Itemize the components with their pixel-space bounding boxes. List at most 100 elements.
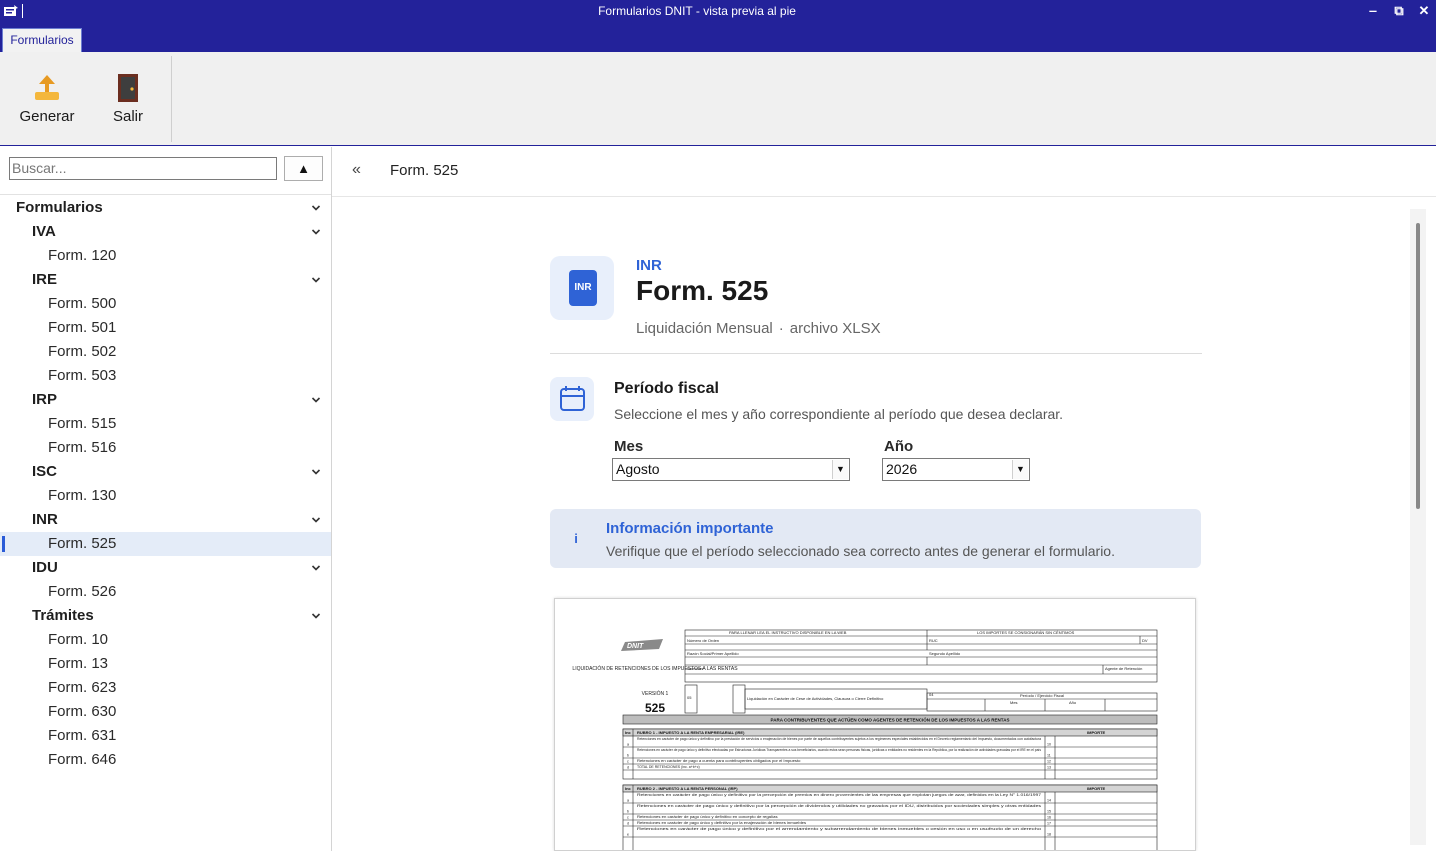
tree-item-form[interactable]: Form. 623: [0, 676, 331, 700]
preview-periodo: Período / Ejercicio Fiscal: [1020, 693, 1064, 698]
form-subtitle: Liquidación Mensual · archivo XLSX: [636, 320, 881, 337]
tree-item-label: Form. 630: [48, 703, 117, 720]
tree-group[interactable]: ISC: [0, 460, 331, 484]
preview-row-text: Retenciones en carácter de pago único y …: [637, 815, 778, 819]
breadcrumb: « Form. 525: [332, 147, 1436, 197]
info-text: Verifique que el período seleccionado se…: [606, 543, 1115, 559]
collapse-up-button[interactable]: ▲: [284, 156, 323, 181]
salir-button[interactable]: Salir: [106, 72, 150, 125]
tree-group[interactable]: IDU: [0, 556, 331, 580]
rubro-2-title: RUBRO 2 - IMPUESTO A LA RENTA PERSONAL (…: [637, 786, 738, 791]
preview-anio: Año: [1069, 700, 1077, 705]
form-badge-icon: INR: [550, 256, 614, 320]
tree-item-label: Form. 526: [48, 583, 117, 600]
tree-item-form[interactable]: Form. 516: [0, 436, 331, 460]
preview-field-segundo: Segundo Apellido: [929, 651, 961, 656]
info-title: Información importante: [606, 520, 774, 537]
rubro-2-inc: Inc: [625, 786, 632, 791]
tree-group[interactable]: IRP: [0, 388, 331, 412]
mes-label: Mes: [614, 438, 644, 455]
preview-row-inc: c: [627, 760, 629, 764]
search-input[interactable]: Buscar...: [9, 157, 277, 180]
tree-item-form[interactable]: Form. 500: [0, 292, 331, 316]
back-button[interactable]: «: [352, 161, 361, 179]
tree-item-label: Form. 502: [48, 343, 117, 360]
tree-group[interactable]: IVA: [0, 220, 331, 244]
mes-value: Agosto: [616, 461, 660, 477]
ribbon-divider: [171, 56, 172, 142]
scrollbar-thumb[interactable]: [1416, 223, 1420, 509]
main-panel: « Form. 525 INR INR Form. 525 Liquidació…: [332, 147, 1436, 851]
tree-item-label: Form. 516: [48, 439, 117, 456]
preview-row-inc: a: [627, 743, 629, 747]
tree-item-form[interactable]: Form. 120: [0, 244, 331, 268]
tree-item-form[interactable]: Form. 646: [0, 748, 331, 772]
minimize-button[interactable]: ‒: [1362, 2, 1384, 20]
preview-row-inc: d: [627, 822, 629, 826]
vertical-scrollbar[interactable]: [1410, 209, 1426, 845]
preview-row-text: Retenciones en carácter de pago único y …: [637, 827, 1041, 831]
rubro-1-inc: Inc: [625, 730, 632, 735]
ribbon: Generar Salir: [0, 52, 1436, 146]
generar-button[interactable]: Generar: [18, 72, 76, 125]
preview-row-code: 15: [1047, 810, 1051, 814]
preview-rubro-2: Inc RUBRO 2 - IMPUESTO A LA RENTA PERSON…: [622, 784, 1158, 850]
preview-code-04: 04: [929, 692, 934, 697]
anio-select[interactable]: 2026 ▼: [882, 458, 1030, 481]
tree-item-label: Form. 120: [48, 247, 117, 264]
tree-item-label: INR: [32, 511, 58, 528]
tree-item-form[interactable]: Form. 130: [0, 484, 331, 508]
rubro-1-title: RUBRO 1 - IMPUESTO A LA RENTA EMPRESARIA…: [637, 730, 745, 735]
dnit-logo: DNIT: [621, 639, 663, 651]
tree-item-form[interactable]: Form. 501: [0, 316, 331, 340]
preview-field-ruc: RUC: [929, 638, 938, 643]
tree-item-label: Form. 646: [48, 751, 117, 768]
tree-item-form[interactable]: Form. 502: [0, 340, 331, 364]
tree-item-label: Trámites: [32, 607, 94, 624]
preview-row-code: 16: [1047, 816, 1051, 820]
tree-item-label: IRE: [32, 271, 58, 288]
tree-item-form[interactable]: Form. 525: [0, 532, 331, 556]
calendar-icon: [550, 377, 594, 421]
rubro-1-importe: IMPORTE: [1087, 730, 1106, 735]
preview-row-code: 14: [1047, 799, 1051, 803]
tree-item-label: Form. 500: [48, 295, 117, 312]
tree-item-label: Form. 503: [48, 367, 117, 384]
preview-row-inc: e: [627, 833, 629, 837]
preview-row-text: Retenciones en carácter de pago único y …: [637, 793, 1041, 797]
tree-item-form[interactable]: Form. 13: [0, 652, 331, 676]
tree-item-label: Form. 13: [48, 655, 109, 672]
tree-item-form[interactable]: Form. 503: [0, 364, 331, 388]
form-version: VERSIÓN 1: [642, 690, 669, 697]
mes-select[interactable]: Agosto ▼: [612, 458, 850, 481]
form-type: Liquidación Mensual: [636, 320, 773, 337]
tree-item-form[interactable]: Form. 515: [0, 412, 331, 436]
form-badge-label: INR: [569, 270, 597, 306]
tree-item-form[interactable]: Form. 630: [0, 700, 331, 724]
tree-item-label: Formularios: [16, 199, 103, 216]
preview-row-text: Retenciones en carácter de pago único y …: [637, 737, 1041, 741]
tree-group[interactable]: Formularios: [0, 196, 331, 220]
form-category: INR: [636, 257, 662, 274]
chevron-down-icon[interactable]: ▼: [832, 460, 848, 479]
close-button[interactable]: ✕: [1413, 2, 1435, 20]
restore-button[interactable]: ⧉: [1388, 2, 1410, 20]
form-format: archivo XLSX: [789, 320, 881, 337]
tree-item-label: Form. 130: [48, 487, 117, 504]
salir-label: Salir: [112, 108, 143, 125]
tree-group[interactable]: Trámites: [0, 604, 331, 628]
periodo-description: Seleccione el mes y año correspondiente …: [614, 406, 1064, 422]
tree-item-form[interactable]: Form. 526: [0, 580, 331, 604]
tree-group[interactable]: IRE: [0, 268, 331, 292]
preview-field-razon: Razón Social/Primer Apellido: [687, 651, 739, 656]
preview-cese: Liquidación en Carácter de Cese de Activ…: [747, 696, 884, 701]
tab-formularios[interactable]: Formularios: [2, 28, 82, 52]
chevron-down-icon[interactable]: ▼: [1012, 460, 1028, 479]
tree-item-label: IVA: [32, 223, 56, 240]
tree-item-form[interactable]: Form. 10: [0, 628, 331, 652]
tree-group[interactable]: INR: [0, 508, 331, 532]
tree-item-label: Form. 631: [48, 727, 117, 744]
info-callout: i Información importante Verifique que e…: [550, 509, 1201, 568]
tree-item-label: Form. 501: [48, 319, 117, 336]
tree-item-form[interactable]: Form. 631: [0, 724, 331, 748]
